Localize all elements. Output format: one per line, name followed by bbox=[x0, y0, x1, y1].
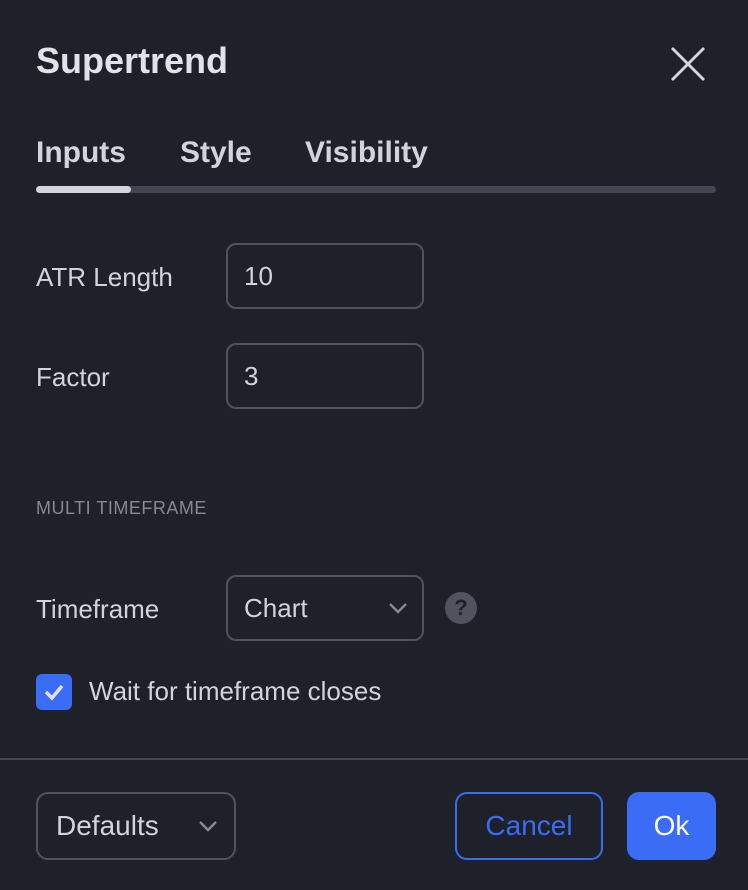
defaults-label: Defaults bbox=[56, 810, 159, 841]
tab-visibility[interactable]: Visibility bbox=[305, 136, 428, 170]
tab-inputs[interactable]: Inputs bbox=[36, 136, 126, 170]
atr-length-input[interactable] bbox=[226, 243, 424, 309]
tab-track bbox=[36, 186, 716, 193]
atr-length-label: ATR Length bbox=[36, 262, 173, 292]
wait-checkbox-label[interactable]: Wait for timeframe closes bbox=[89, 676, 381, 707]
timeframe-label: Timeframe bbox=[36, 594, 160, 624]
close-icon bbox=[670, 46, 706, 82]
help-icon[interactable]: ? bbox=[445, 592, 477, 624]
tab-style[interactable]: Style bbox=[180, 136, 252, 170]
factor-label: Factor bbox=[36, 362, 110, 392]
timeframe-select[interactable]: Chart bbox=[226, 575, 424, 641]
footer-divider bbox=[0, 758, 748, 760]
active-tab-indicator bbox=[36, 186, 131, 193]
dialog-title: Supertrend bbox=[36, 40, 229, 81]
wait-checkbox[interactable] bbox=[36, 674, 72, 710]
section-title: MULTI TIMEFRAME bbox=[36, 498, 207, 518]
chevron-down-icon bbox=[389, 603, 407, 614]
ok-button[interactable]: Ok bbox=[627, 792, 716, 860]
close-button[interactable] bbox=[668, 44, 708, 84]
cancel-button[interactable]: Cancel bbox=[455, 792, 603, 860]
timeframe-value: Chart bbox=[244, 592, 308, 623]
factor-input[interactable] bbox=[226, 343, 424, 409]
chevron-down-icon bbox=[199, 821, 217, 832]
defaults-dropdown[interactable]: Defaults bbox=[36, 792, 236, 860]
checkmark-icon bbox=[44, 684, 64, 701]
